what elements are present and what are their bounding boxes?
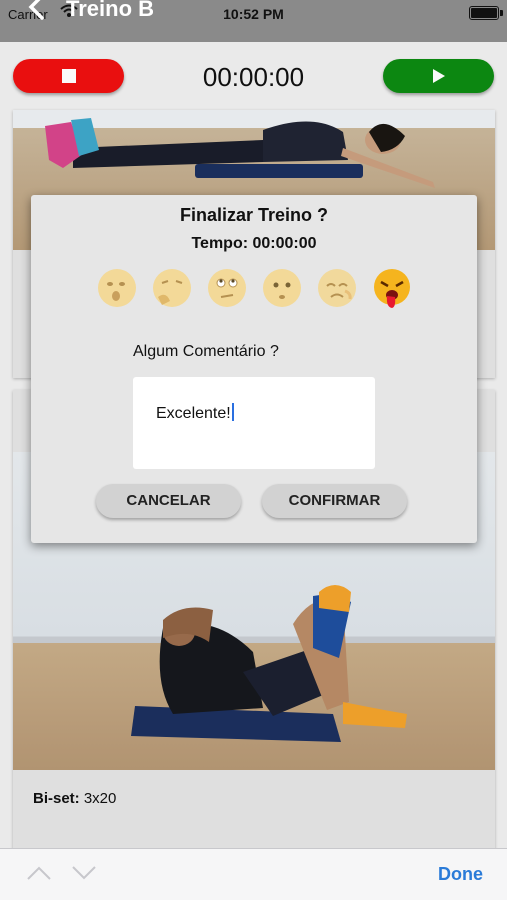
cancel-button[interactable]: CANCELAR [96, 484, 241, 518]
next-field-chevron-icon[interactable] [71, 865, 97, 881]
confirm-button[interactable]: CONFIRMAR [262, 484, 407, 518]
text-caret [231, 403, 234, 421]
exhausted-emoji-icon[interactable] [372, 267, 412, 309]
battery-tip [500, 10, 503, 16]
dialog-elapsed-time: Tempo: 00:00:00 [191, 235, 317, 252]
eyeroll-emoji-icon[interactable] [207, 267, 247, 309]
keyboard-accessory-bar: Done [0, 848, 507, 900]
done-button[interactable]: Done [438, 864, 483, 885]
previous-field-chevron-icon[interactable] [26, 865, 52, 881]
sleepy-emoji-icon[interactable] [97, 267, 137, 309]
comment-label: Algum Comentário ? [133, 343, 279, 360]
rating-selector [97, 267, 417, 311]
status-bar: Carrier Treino B 10:52 PM [0, 0, 507, 42]
clock: 10:52 PM [223, 6, 284, 22]
battery-icon [469, 6, 499, 20]
finish-workout-dialog: Finalizar Treino ? Tempo: 00:00:00 Algum… [31, 195, 477, 543]
comment-input[interactable]: Excelente! [133, 377, 375, 469]
thinking-emoji-icon[interactable] [152, 267, 192, 309]
sad-emoji-icon[interactable] [317, 267, 357, 309]
comment-value: Excelente! [156, 405, 231, 422]
dialog-title: Finalizar Treino ? [179, 205, 329, 225]
worried-emoji-icon[interactable] [262, 267, 302, 309]
